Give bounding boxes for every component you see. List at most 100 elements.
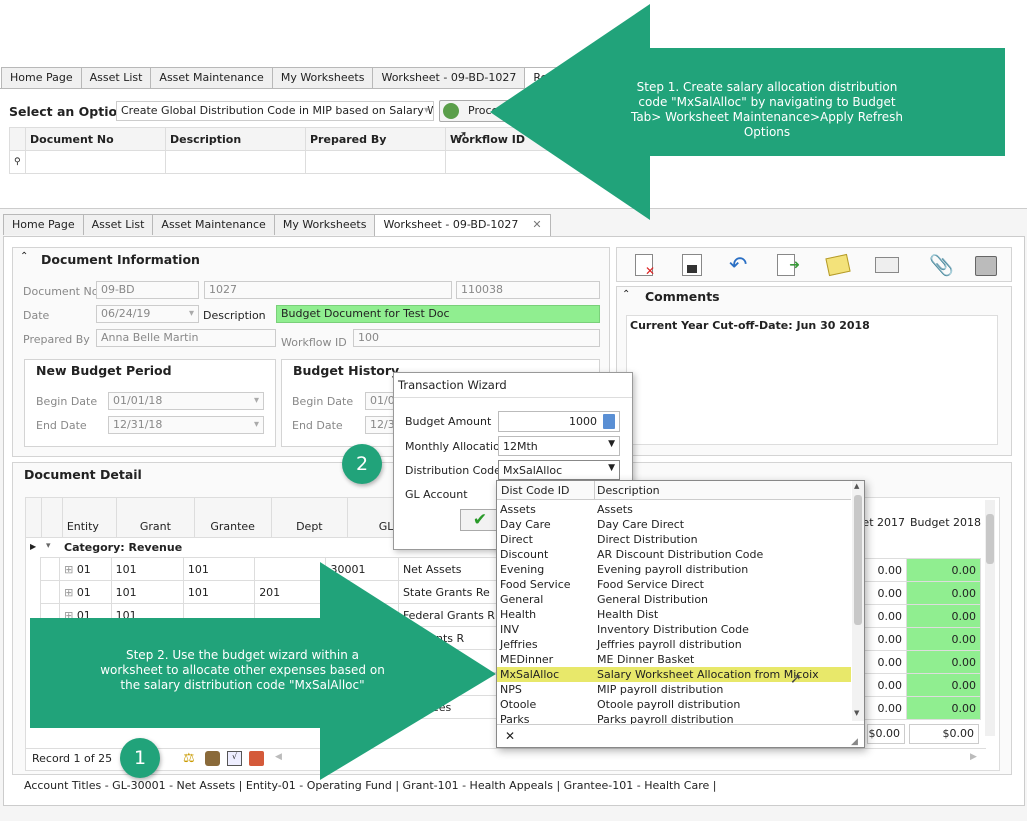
dropdown-option[interactable]: Health Health Dist — [497, 607, 851, 622]
comments-title: Comments — [645, 289, 720, 304]
dropdown-header: Dist Code ID Description — [497, 481, 851, 500]
attachment-icon[interactable]: 📎 — [929, 253, 954, 277]
main-tab-my-worksheets[interactable]: My Worksheets — [273, 214, 376, 235]
top-tab-home[interactable]: Home Page — [1, 67, 82, 88]
dropdown-scroll-thumb[interactable] — [854, 495, 862, 625]
main-tab-asset-maintenance[interactable]: Asset Maintenance — [152, 214, 275, 235]
doc-no-field[interactable]: 09-BD — [96, 281, 199, 299]
option-description: ME Dinner Basket — [597, 653, 695, 666]
cell-budget-2018[interactable]: 0.00 — [906, 696, 981, 720]
cell-budget-2018[interactable]: 0.00 — [906, 627, 981, 651]
filter-cell[interactable] — [25, 150, 166, 174]
comments-textarea[interactable]: Current Year Cut-off-Date: Jun 30 2018 — [626, 315, 998, 445]
post-icon[interactable]: ➜ — [777, 254, 800, 276]
history-title: Budget History — [293, 363, 400, 378]
doc-info-title: Document Information — [41, 252, 200, 267]
detail-vscrollbar[interactable] — [985, 500, 995, 736]
dropdown-option[interactable]: Evening Evening payroll distribution — [497, 562, 851, 577]
category-collapse-icon[interactable]: ▾ — [46, 541, 51, 551]
header-grant[interactable]: Grant — [116, 497, 195, 538]
dropdown-option[interactable]: Food Service Food Service Direct — [497, 577, 851, 592]
begin-date-field[interactable]: 01/01/18 — [108, 392, 264, 410]
dropdown-option[interactable]: Assets Assets — [497, 502, 851, 517]
date-field[interactable]: 06/24/19 — [96, 305, 199, 323]
distribution-code-select[interactable]: MxSalAlloc ▼ — [498, 460, 620, 480]
header-budget-2018[interactable]: Budget 2018 — [906, 516, 981, 529]
save-icon[interactable] — [682, 254, 702, 276]
dropdown-header-desc[interactable]: Description — [597, 484, 660, 497]
header-grantee[interactable]: Grantee — [193, 497, 272, 538]
scroll-down-icon[interactable]: ▼ — [854, 709, 859, 717]
dropdown-option[interactable]: Direct Direct Distribution — [497, 532, 851, 547]
comments-collapse-icon[interactable]: ⌃ — [622, 289, 630, 300]
undo-icon[interactable]: ↶ — [729, 255, 747, 277]
dropdown-header-id[interactable]: Dist Code ID — [501, 484, 569, 497]
dropdown-footer — [497, 724, 864, 725]
cell-budget-2018[interactable]: 0.00 — [906, 558, 981, 582]
calculator-icon[interactable] — [603, 414, 615, 429]
step1-text: Step 1. Create salary allocation distrib… — [630, 80, 904, 139]
monthly-allocation-select[interactable]: 12Mth ▼ — [498, 436, 620, 456]
total-2018: $0.00 — [909, 724, 979, 744]
doc-no-field-3[interactable]: 110038 — [456, 281, 600, 299]
delete-doc-icon[interactable]: ✕ — [635, 254, 655, 278]
option-description: AR Discount Distribution Code — [597, 548, 764, 561]
dropdown-option[interactable]: INV Inventory Distribution Code — [497, 622, 851, 637]
category-label: Category: Revenue — [64, 541, 183, 554]
top-grid-header-prepared-by[interactable]: Prepared By — [305, 127, 446, 151]
option-description: Direct Distribution — [597, 533, 698, 546]
filter-cell[interactable] — [305, 150, 446, 174]
option-id: MxSalAlloc — [500, 668, 560, 681]
cell-budget-2018[interactable]: 0.00 — [906, 673, 981, 697]
option-id: Discount — [500, 548, 549, 561]
dropdown-option[interactable]: Day Care Day Care Direct — [497, 517, 851, 532]
filter-cell[interactable] — [165, 150, 306, 174]
begin-date-label: Begin Date — [36, 395, 98, 408]
workflow-field[interactable]: 100 — [353, 329, 600, 347]
dropdown-scrollbar[interactable]: ▲ ▼ — [852, 481, 864, 721]
select-option-dropdown[interactable]: Create Global Distribution Code in MIP b… — [116, 101, 434, 121]
main-tab-asset-list[interactable]: Asset List — [82, 214, 154, 235]
wizard-title: Transaction Wizard — [398, 378, 507, 392]
top-tab-asset-maintenance[interactable]: Asset Maintenance — [150, 67, 273, 88]
dropdown-option[interactable]: General General Distribution — [497, 592, 851, 607]
option-id: General — [500, 593, 544, 606]
header-dept[interactable]: Dept — [270, 497, 349, 538]
header-entity[interactable]: Entity — [61, 497, 118, 538]
option-description: Evening payroll distribution — [597, 563, 749, 576]
dropdown-option[interactable]: Discount AR Discount Distribution Code — [497, 547, 851, 562]
dropdown-option[interactable]: MEDinner ME Dinner Basket — [497, 652, 851, 667]
cell-budget-2018[interactable]: 0.00 — [906, 604, 981, 628]
ok-button[interactable]: ✔ — [460, 509, 500, 531]
top-grid-header-doc-no[interactable]: Document No — [25, 127, 166, 151]
doc-no-label: Document No. — [23, 285, 102, 298]
history-begin-label: Begin Date — [292, 395, 354, 408]
option-description: Inventory Distribution Code — [597, 623, 749, 636]
option-description: Assets — [597, 503, 633, 516]
cell-budget-2018[interactable]: 0.00 — [906, 581, 981, 605]
scroll-up-icon[interactable]: ▲ — [854, 482, 859, 490]
top-grid-header-description[interactable]: Description — [165, 127, 306, 151]
doc-no-field-2[interactable]: 1027 — [204, 281, 452, 299]
notes-icon[interactable] — [825, 253, 851, 277]
print-icon[interactable] — [975, 256, 997, 276]
option-description: MIP payroll distribution — [597, 683, 724, 696]
budget-amount-input[interactable]: 1000 — [498, 411, 620, 432]
collapse-icon[interactable]: ⌃ — [20, 251, 28, 262]
description-field[interactable]: Budget Document for Test Doc — [276, 305, 600, 323]
cell-budget-2018[interactable]: 0.00 — [906, 650, 981, 674]
end-date-field[interactable]: 12/31/18 — [108, 416, 264, 434]
scroll-right-icon[interactable]: ▶ — [970, 752, 977, 762]
option-id: NPS — [500, 683, 522, 696]
resize-grip-icon[interactable]: ◢ — [851, 737, 858, 747]
dropdown-option[interactable]: Otoole Otoole payroll distribution — [497, 697, 851, 712]
option-description: General Distribution — [597, 593, 709, 606]
close-icon[interactable]: ✕ — [505, 729, 515, 743]
prepared-by-field[interactable]: Anna Belle Martin — [96, 329, 276, 347]
distribution-code-dropdown: Dist Code ID Description Assets Assets Day… — [496, 480, 865, 748]
top-tab-asset-list[interactable]: Asset List — [80, 67, 152, 88]
top-tab-my-worksheets[interactable]: My Worksheets — [271, 67, 374, 88]
dropdown-option[interactable]: Jeffries Jeffries payroll distribution — [497, 637, 851, 652]
main-tab-home[interactable]: Home Page — [3, 214, 84, 235]
email-icon[interactable] — [875, 257, 899, 273]
